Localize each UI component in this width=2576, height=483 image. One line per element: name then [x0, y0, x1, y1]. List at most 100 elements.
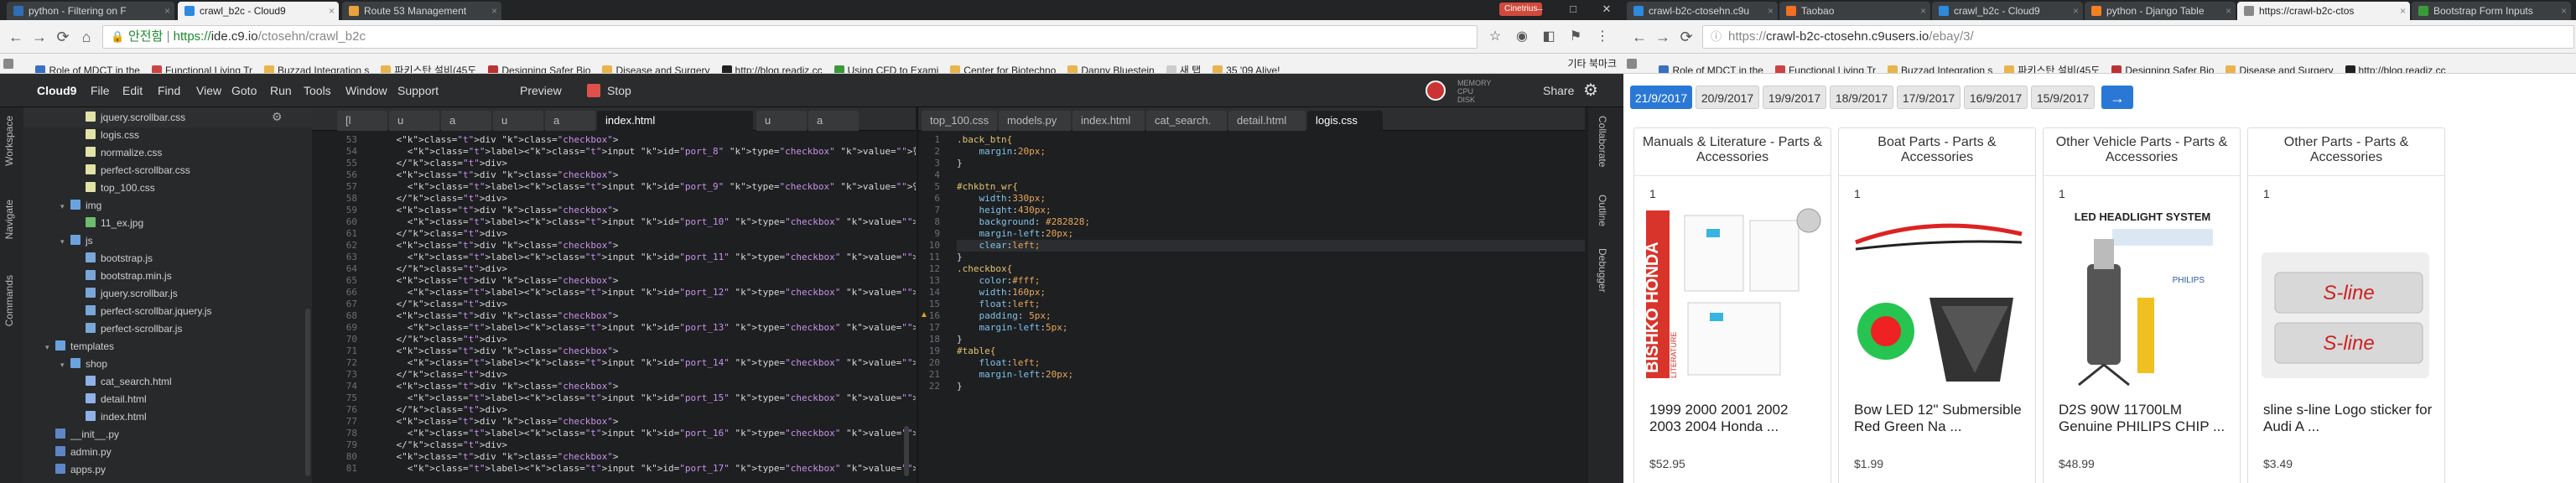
tab-close-icon[interactable]: ×	[2225, 2, 2231, 20]
tree-item[interactable]: ▾ shop	[60, 356, 107, 372]
avatar[interactable]	[1426, 80, 1446, 101]
date-button[interactable]: 20/9/2017	[1696, 86, 1759, 109]
tab-close-icon[interactable]: ×	[1768, 2, 1774, 20]
tree-arrow-icon[interactable]: ▾	[45, 339, 55, 356]
tree-item[interactable]: bootstrap.min.js	[75, 267, 172, 284]
tab-close-icon[interactable]: ×	[491, 2, 497, 20]
browser-tab[interactable]: crawl-b2c-ctosehn.c9u ×	[1627, 2, 1778, 20]
tree-item[interactable]: ▾ js	[60, 232, 93, 249]
product-image[interactable]	[1849, 205, 2027, 390]
editor-tab[interactable]: a	[545, 111, 595, 131]
menu-item-support[interactable]: Support	[397, 74, 439, 107]
bookmark-item[interactable]: http://blog.readiz.cc	[719, 60, 831, 73]
date-button[interactable]: 17/9/2017	[1897, 86, 1961, 109]
product-card[interactable]: Boat Parts - Parts & Accessories 1 Bow LED…	[1838, 127, 2036, 483]
tab-close-icon[interactable]: ×	[329, 2, 335, 20]
forward-icon[interactable]: →	[30, 28, 49, 46]
menu-icon[interactable]: ⋮	[1593, 28, 1612, 46]
tree-item[interactable]: 11_ex.jpg	[75, 215, 143, 231]
extension-icon[interactable]: ◉	[1513, 28, 1531, 46]
pane1-code[interactable]: <"k">class="t">div "k">class="checkbox">…	[374, 131, 916, 483]
product-title[interactable]: Bow LED 12" Submersible Red Green Na ...	[1854, 402, 2025, 435]
bookmark-item[interactable]: 새 탭	[1163, 60, 1209, 73]
bookmark-item[interactable]: Designing Safer Bio	[2108, 60, 2222, 73]
side-tab-outline[interactable]: Outline	[1597, 195, 1608, 226]
menu-item-run[interactable]: Run	[270, 74, 292, 107]
bookmark-item[interactable]: 35 '09 Alive!	[1209, 60, 1288, 73]
side-tab-navigate[interactable]: Navigate	[3, 200, 15, 239]
browser-tab[interactable]: python - Django Table ×	[2085, 2, 2236, 20]
date-button[interactable]: 15/9/2017	[2031, 86, 2095, 109]
product-title[interactable]: sline s-line Logo sticker for Audi A ...	[2263, 402, 2434, 435]
tree-item[interactable]: detail.html	[75, 391, 147, 408]
tab-close-icon[interactable]: ×	[1920, 2, 1926, 20]
bookmark-item[interactable]: Center for Biotechno	[947, 60, 1064, 73]
menu-item-edit[interactable]: Edit	[122, 74, 143, 107]
bookmark-item[interactable]: http://blog.readiz.cc	[2342, 60, 2454, 73]
date-button[interactable]: 18/9/2017	[1830, 86, 1893, 109]
star-icon[interactable]: ☆	[1486, 28, 1504, 46]
browser-tab[interactable]: crawl_b2c - Cloud9 ×	[178, 2, 339, 20]
tree-arrow-icon[interactable]: ▾	[60, 233, 70, 250]
back-icon[interactable]: ←	[1630, 28, 1649, 46]
editor-tab[interactable]: u	[389, 111, 439, 131]
url-input[interactable]: ⓘ https://crawl-b2c-ctosehn.c9users.io/e…	[1702, 25, 2574, 49]
tree-item[interactable]: index.html	[75, 408, 147, 425]
tree-item[interactable]: __init__.py	[45, 426, 119, 443]
tree-item[interactable]: top_100.css	[75, 179, 155, 196]
editor-tab[interactable]: models.py	[999, 111, 1071, 131]
product-title[interactable]: D2S 90W 11700LM Genuine PHILIPS CHIP ...	[2059, 402, 2230, 435]
tree-item[interactable]: jquery.scrollbar.css	[75, 109, 185, 126]
menu-item-window[interactable]: Window	[345, 74, 387, 107]
reload-icon[interactable]: ⟳	[1677, 28, 1696, 46]
date-button[interactable]: 16/9/2017	[1964, 86, 2028, 109]
menu-item-file[interactable]: File	[91, 74, 110, 107]
date-button[interactable]: 21/9/2017	[1630, 86, 1692, 109]
translate-icon[interactable]: ◧	[1540, 28, 1558, 46]
pane1-scrollbar[interactable]	[904, 426, 909, 476]
menu-item-find[interactable]: Find	[158, 74, 180, 107]
tree-scrollbar[interactable]	[305, 309, 310, 476]
bookmark-item[interactable]: Buzzad Integration s	[261, 60, 377, 73]
tree-item[interactable]: perfect-scrollbar.js	[75, 320, 182, 337]
side-tab-debugger[interactable]: Debugger	[1597, 248, 1608, 293]
bookmark-item[interactable]: 파키스탄 설비(45도	[377, 60, 485, 73]
tree-item[interactable]: apps.py	[45, 461, 106, 478]
tree-item[interactable]: normalize.css	[75, 144, 162, 161]
editor-tab[interactable]: a	[441, 111, 491, 131]
pane2-code[interactable]: .back_btn{ margin:20px;} #chkbtn_wr{ widt…	[957, 131, 1585, 483]
apps-icon[interactable]	[0, 54, 29, 73]
editor-tab[interactable]: u	[493, 111, 543, 131]
browser-tab[interactable]: crawl_b2c - Cloud9 ×	[1932, 2, 2083, 20]
stop-button[interactable]: Stop	[607, 74, 631, 107]
editor-tab[interactable]: cat_search.	[1146, 111, 1227, 131]
date-button[interactable]: 19/9/2017	[1763, 86, 1826, 109]
browser-tab[interactable]: Bootstrap Form Inputs ×	[2412, 2, 2571, 20]
bookmark-item[interactable]: Disease and Surgery	[2222, 60, 2341, 73]
product-image[interactable]: LED HEADLIGHT SYSTEM PHILIPS	[2054, 205, 2231, 390]
bookmark-item[interactable]: Functional Living Tr	[1772, 60, 1884, 73]
tree-arrow-icon[interactable]: ▾	[60, 198, 70, 215]
tab-close-icon[interactable]: ×	[164, 2, 170, 20]
forward-icon[interactable]: →	[1654, 28, 1672, 46]
tree-settings-icon[interactable]: ⚙	[272, 110, 283, 124]
tree-arrow-icon[interactable]: ▾	[60, 356, 70, 373]
back-icon[interactable]: ←	[7, 28, 25, 46]
bookmark-item[interactable]: 파키스탄 설비(45도	[2001, 60, 2108, 73]
tab-close-icon[interactable]: ×	[2073, 2, 2079, 20]
next-dates-button[interactable]: →	[2101, 86, 2133, 109]
editor-tab[interactable]: [l	[337, 111, 387, 131]
editor-tab[interactable]: detail.html	[1228, 111, 1306, 131]
side-tab-workspace[interactable]: Workspace	[3, 116, 15, 166]
editor-tab[interactable]: index.html	[597, 111, 753, 131]
tree-item[interactable]: admin.py	[45, 444, 112, 460]
editor-tab[interactable]: a	[808, 111, 859, 131]
tree-item[interactable]: ▾ img	[60, 197, 101, 214]
editor-tab[interactable]: u	[756, 111, 807, 131]
settings-gear-icon[interactable]: ⚙	[1583, 74, 1598, 107]
browser-tab[interactable]: python - Filtering on F ×	[7, 2, 174, 20]
product-card[interactable]: Other Parts - Parts & Accessories 1 S-line…	[2247, 127, 2445, 483]
tree-item[interactable]: logis.css	[75, 127, 139, 143]
bookmark-item[interactable]: Danny Bluestein	[1064, 60, 1162, 73]
tree-item[interactable]: jquery.scrollbar.js	[75, 285, 178, 302]
